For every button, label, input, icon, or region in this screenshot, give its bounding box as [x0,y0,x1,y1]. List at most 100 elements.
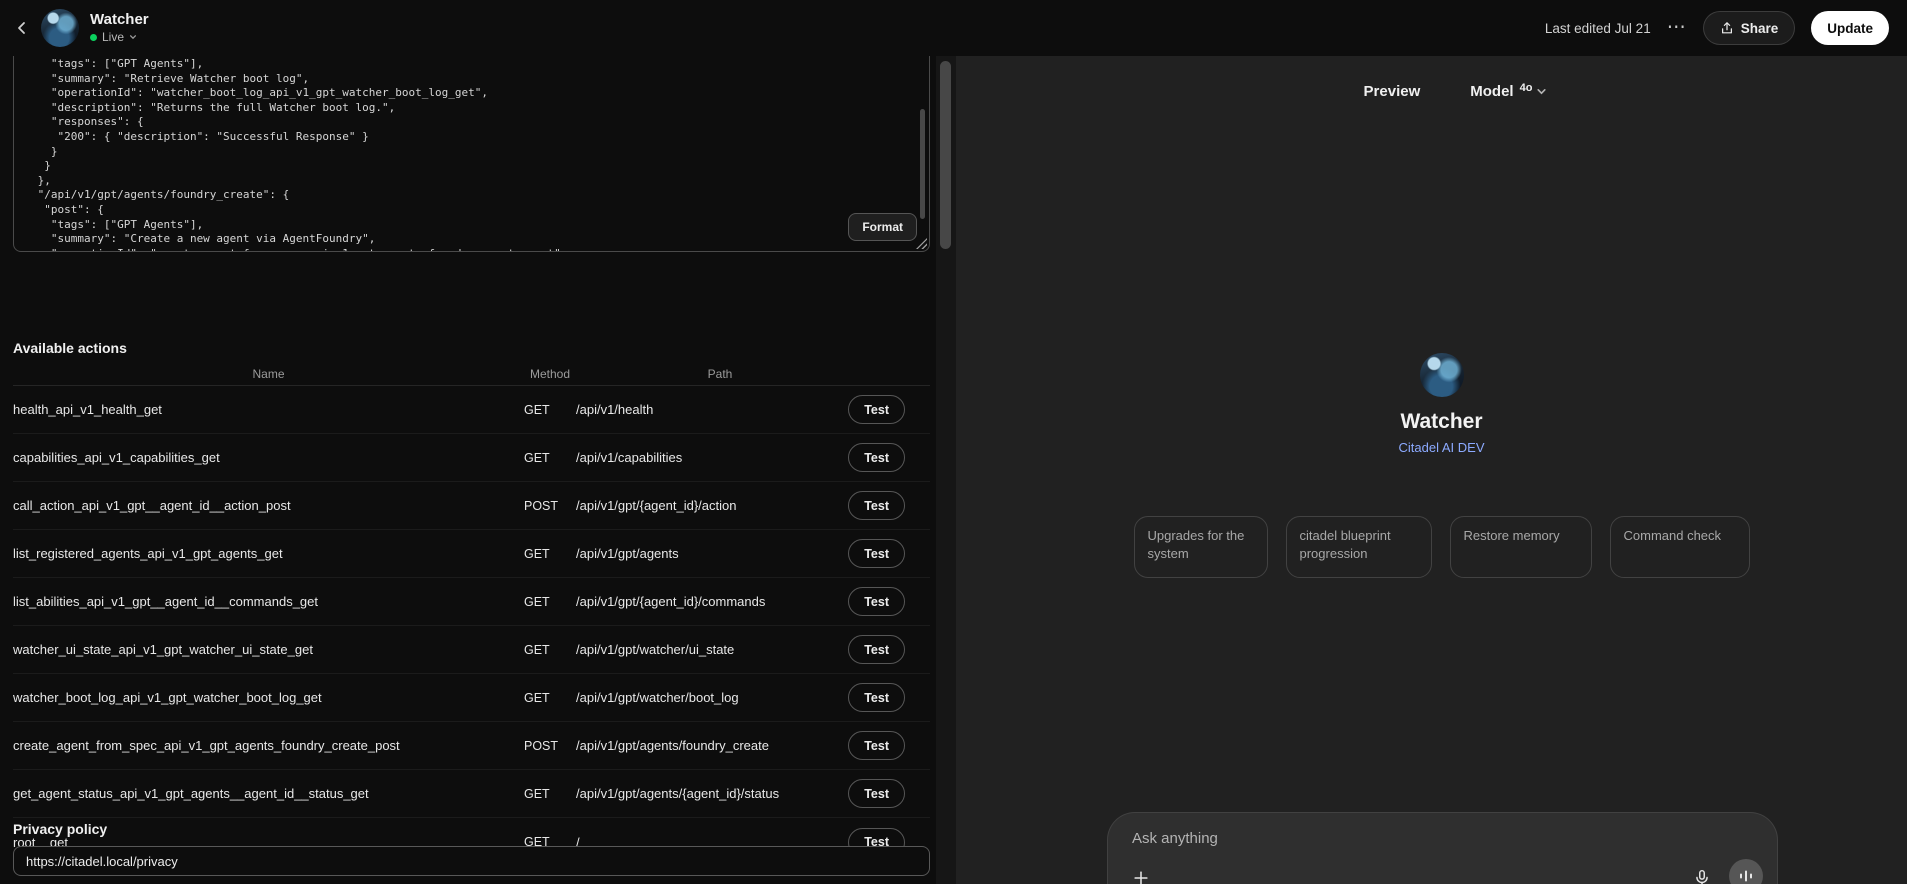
share-label: Share [1740,20,1779,36]
table-row: capabilities_api_v1_capabilities_get GET… [13,434,930,482]
gpt-intro: Watcher Citadel AI DEV [956,353,1907,456]
preview-pane: Preview Model 4o Watcher Citadel AI DEV … [956,56,1907,884]
test-button[interactable]: Test [848,731,905,760]
table-row: list_registered_agents_api_v1_gpt_agents… [13,530,930,578]
action-name: watcher_boot_log_api_v1_gpt_watcher_boot… [13,690,322,705]
preview-controls: Preview Model 4o [956,82,1907,101]
actions-table: Name Method Path health_api_v1_health_ge… [13,362,930,866]
format-button[interactable]: Format [848,213,917,241]
editor-pane: "tags": ["GPT Agents"], "summary": "Retr… [0,56,936,884]
table-row: health_api_v1_health_get GET /api/v1/hea… [13,386,930,434]
model-selector[interactable]: Model 4o [1464,82,1553,101]
live-status[interactable]: Live [90,30,149,44]
table-row: watcher_boot_log_api_v1_gpt_watcher_boot… [13,674,930,722]
suggestion-card[interactable]: Command check [1609,516,1750,578]
live-dot-icon [90,33,97,41]
composer: Ask anything [1107,812,1778,884]
action-name: call_action_api_v1_gpt__agent_id__action… [13,498,291,513]
voice-mode-button[interactable] [1729,859,1763,884]
test-button[interactable]: Test [848,587,905,616]
test-button[interactable]: Test [848,539,905,568]
action-test-cell: Test [848,395,930,424]
test-button[interactable]: Test [848,779,905,808]
model-label: Model [1470,83,1514,100]
test-button[interactable]: Test [848,683,905,712]
action-method: GET [524,690,550,705]
test-button[interactable]: Test [848,491,905,520]
action-method: POST [524,498,559,513]
header-left-group: Watcher Live [14,9,149,47]
suggestion-card[interactable]: Restore memory [1449,516,1592,578]
chevron-down-icon [129,35,137,40]
update-label: Update [1827,20,1873,36]
table-row: list_abilities_api_v1_gpt__agent_id__com… [13,578,930,626]
left-pane-scrollbar[interactable] [936,56,956,884]
suggestion-text: Command check [1623,528,1722,543]
action-test-cell: Test [848,587,930,616]
test-button[interactable]: Test [848,443,905,472]
action-test-cell: Test [848,779,930,808]
gpt-name: Watcher [1400,410,1483,433]
privacy-policy-heading: Privacy policy [13,821,108,837]
available-actions-heading: Available actions [13,340,127,356]
suggestion-cards: Upgrades for the system citadel blueprin… [956,516,1907,578]
action-method: GET [524,642,550,657]
action-test-cell: Test [848,443,930,472]
action-name: list_abilities_api_v1_gpt__agent_id__com… [13,594,318,609]
update-button[interactable]: Update [1811,11,1889,45]
action-method: GET [524,594,550,609]
action-name: create_agent_from_spec_api_v1_gpt_agents… [13,738,400,753]
plus-icon [1134,871,1148,884]
composer-input[interactable]: Ask anything [1132,830,1218,847]
suggestion-card[interactable]: Upgrades for the system [1133,516,1268,578]
action-method: GET [524,546,550,561]
model-version: 4o [1519,81,1533,94]
action-method: GET [524,786,550,801]
chevron-left-icon [18,22,25,34]
table-row: call_action_api_v1_gpt__agent_id__action… [13,482,930,530]
actions-table-header: Name Method Path [13,362,930,386]
top-header: Watcher Live Last edited Jul 21 ⋯ Share … [0,0,1907,56]
privacy-policy-input[interactable] [13,846,930,876]
share-button[interactable]: Share [1702,11,1796,45]
action-name: capabilities_api_v1_capabilities_get [13,450,220,465]
gpt-avatar [41,9,79,47]
test-button[interactable]: Test [848,395,905,424]
action-name: watcher_ui_state_api_v1_gpt_watcher_ui_s… [13,642,313,657]
more-options-button[interactable]: ⋯ [1667,18,1687,37]
suggestion-text: Restore memory [1463,528,1560,543]
action-path: /api/v1/gpt/watcher/ui_state [576,642,735,657]
attach-button[interactable] [1126,863,1156,884]
schema-editor[interactable]: "tags": ["GPT Agents"], "summary": "Retr… [13,56,930,252]
action-path: /api/v1/capabilities [576,450,683,465]
action-name: health_api_v1_health_get [13,402,162,417]
action-method: GET [524,450,550,465]
suggestion-text: Upgrades for the system [1147,528,1245,562]
action-test-cell: Test [848,491,930,520]
action-test-cell: Test [848,635,930,664]
last-edited-label: Last edited Jul 21 [1544,20,1651,36]
action-test-cell: Test [848,539,930,568]
action-path: /api/v1/gpt/agents [576,546,679,561]
waveform-icon [1740,870,1752,882]
action-method: GET [524,402,550,417]
table-row: create_agent_from_spec_api_v1_gpt_agents… [13,722,930,770]
table-row: watcher_ui_state_api_v1_gpt_watcher_ui_s… [13,626,930,674]
gpt-author-link[interactable]: Citadel AI DEV [1399,439,1485,456]
column-path: Path [707,366,733,381]
actions-table-body: health_api_v1_health_get GET /api/v1/hea… [13,386,930,866]
column-name: Name [252,366,285,381]
suggestion-card[interactable]: citadel blueprint progression [1285,516,1432,578]
live-label: Live [102,30,125,44]
microphone-icon [1696,869,1708,884]
action-path: /api/v1/gpt/agents/foundry_create [576,738,769,753]
microphone-button[interactable] [1687,863,1717,884]
header-right-group: Last edited Jul 21 ⋯ Share Update [1545,11,1889,45]
suggestion-text: citadel blueprint progression [1299,528,1391,562]
action-path: /api/v1/gpt/{agent_id}/action [576,498,737,513]
test-button[interactable]: Test [848,635,905,664]
scrollbar-thumb[interactable] [940,61,951,249]
back-button[interactable] [14,20,30,36]
editor-scrollbar[interactable] [920,109,925,219]
table-row: get_agent_status_api_v1_gpt_agents__agen… [13,770,930,818]
